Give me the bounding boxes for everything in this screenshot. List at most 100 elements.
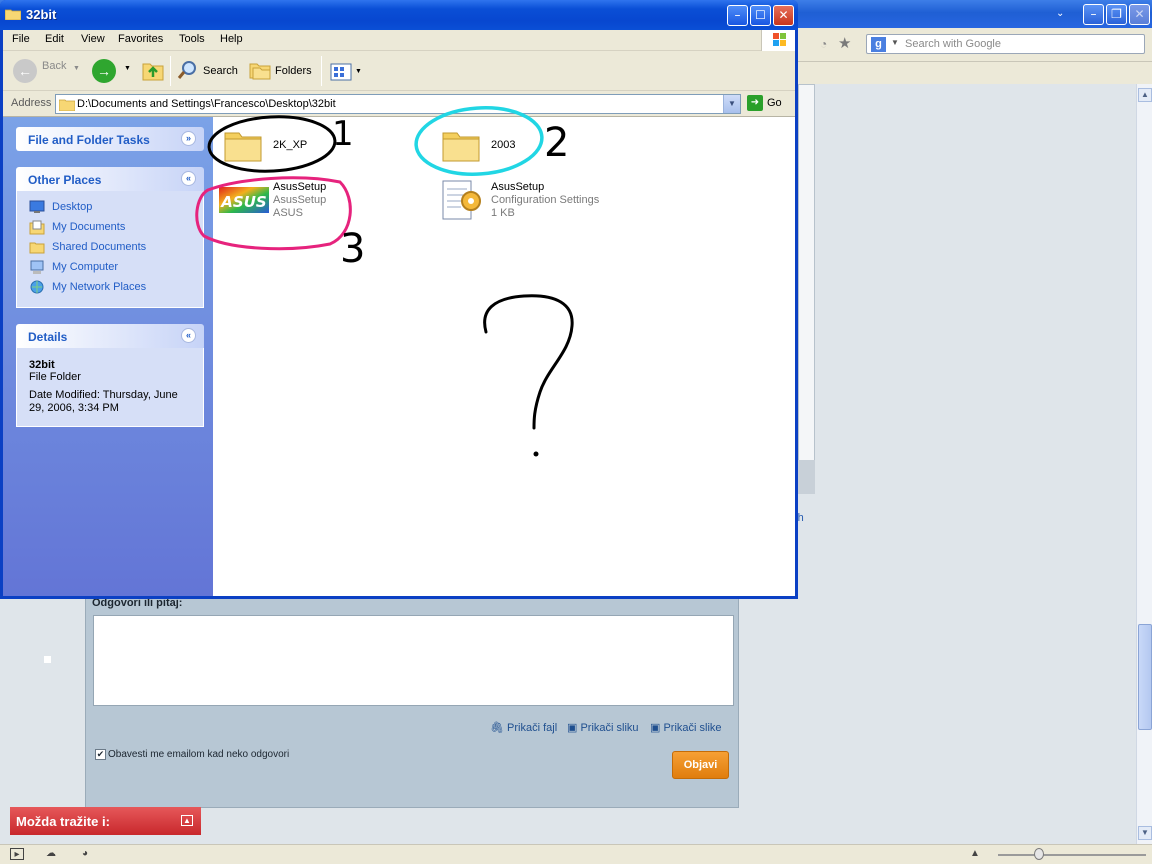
reply-form: Odgovori ili pitaj: 🖇 Prikači fajl ▣ Pri… — [85, 596, 739, 808]
folders-button[interactable]: Folders — [275, 65, 312, 77]
folder-icon — [59, 99, 75, 111]
attach-images-label: Prikači slike — [663, 722, 722, 734]
place-shared-documents[interactable]: Shared Documents — [29, 239, 193, 259]
menu-help[interactable]: Help — [220, 33, 243, 45]
place-my-computer[interactable]: My Computer — [29, 259, 193, 279]
attach-image-label: Prikači sliku — [580, 722, 639, 734]
attach-file-link[interactable]: 🖇 Prikači fajl — [490, 721, 557, 734]
place-my-documents[interactable]: My Documents — [29, 219, 193, 239]
page-scrollbar[interactable]: ▲ ▼ — [1136, 84, 1152, 844]
menu-tools[interactable]: Tools — [179, 33, 205, 45]
task-pane: File and Folder Tasks » Other Places « D… — [3, 117, 213, 596]
windows-logo-icon — [761, 30, 795, 51]
page-grey-block — [798, 460, 815, 494]
address-input[interactable]: D:\Documents and Settings\Francesco\Desk… — [55, 94, 741, 114]
email-notify-checkbox[interactable]: ✔ — [95, 749, 106, 760]
file-item-asussetup-exe[interactable]: ASUS AsusSetup AsusSetup ASUS — [219, 179, 379, 225]
scroll-thumb[interactable] — [1138, 624, 1152, 730]
address-path: D:\Documents and Settings\Francesco\Desk… — [77, 98, 336, 110]
my-documents-icon — [29, 220, 45, 235]
scroll-down-arrow-icon[interactable]: ▼ — [1138, 826, 1152, 840]
place-my-computer-label: My Computer — [52, 261, 119, 273]
status-cloud-icon[interactable]: ☁ — [44, 848, 58, 860]
browser-status-bar: ▸ ☁ ◕ ▲ — [0, 844, 1152, 864]
folder-icon — [224, 132, 262, 162]
status-play-icon[interactable]: ▸ — [10, 848, 24, 860]
views-dropdown-icon[interactable]: ▼ — [355, 68, 362, 75]
browser-tab-row — [798, 62, 1152, 84]
place-my-network-places-label: My Network Places — [52, 281, 147, 293]
standard-toolbar: ← Back ▼ → ▼ Search Folders ▼ — [3, 51, 795, 91]
menu-view[interactable]: View — [81, 33, 105, 45]
go-arrow-icon: ➜ — [747, 95, 763, 111]
my-computer-icon — [30, 260, 44, 274]
menu-file[interactable]: File — [12, 33, 30, 45]
file-name: AsusSetup — [491, 181, 545, 193]
file-type: Configuration Settings — [491, 194, 600, 206]
browser-restore-button[interactable]: ❐ — [1106, 4, 1127, 25]
suggestions-label: Možda tražite i: — [16, 814, 110, 829]
menu-favorites[interactable]: Favorites — [118, 33, 163, 45]
place-desktop-label: Desktop — [52, 201, 93, 213]
go-label: Go — [767, 96, 782, 109]
browser-close-button[interactable]: ✕ — [1129, 4, 1150, 25]
zoom-slider-track[interactable] — [998, 854, 1146, 856]
file-description: AsusSetup — [273, 194, 327, 206]
browser-tab-dropdown-icon[interactable]: ⌄ — [1056, 8, 1064, 19]
go-button[interactable]: ➜ Go — [747, 95, 782, 111]
collapse-chevron-icon[interactable]: « — [181, 328, 196, 343]
minimize-button[interactable]: – — [727, 5, 748, 26]
collapse-chevron-icon[interactable]: « — [181, 171, 196, 186]
file-size: 1 KB — [491, 207, 515, 219]
details-type: File Folder — [29, 371, 81, 383]
folders-icon — [249, 63, 271, 80]
search-provider-dropdown-icon[interactable]: ▼ — [891, 38, 899, 47]
attach-image-link[interactable]: ▣ Prikači sliku — [567, 721, 639, 734]
expand-chevron-icon[interactable]: » — [181, 131, 196, 146]
address-dropdown-icon[interactable]: ▼ — [723, 95, 740, 113]
menu-edit[interactable]: Edit — [45, 33, 64, 45]
config-settings-icon — [442, 180, 481, 220]
attach-file-label: Prikači fajl — [507, 722, 558, 734]
close-button[interactable]: ✕ — [773, 5, 794, 26]
folder-item-2003[interactable]: 2003 — [441, 125, 581, 167]
back-button[interactable]: Back — [42, 60, 66, 72]
suggestions-bar[interactable]: Možda tražite i: ▲ — [10, 807, 201, 835]
file-folder-tasks-header[interactable]: File and Folder Tasks » — [16, 127, 204, 151]
reply-textarea[interactable] — [93, 615, 734, 706]
rss-icon[interactable]: ◔ — [820, 37, 827, 51]
forward-dropdown-icon[interactable]: ▼ — [124, 65, 131, 72]
place-my-network-places[interactable]: My Network Places — [29, 279, 193, 299]
attach-images-link[interactable]: ▣ Prikači slike — [650, 721, 722, 734]
explorer-window: 32bit – ☐ ✕ File Edit View Favorites Too… — [0, 0, 798, 599]
place-desktop[interactable]: Desktop — [29, 199, 193, 219]
forward-arrow-icon[interactable]: → — [92, 59, 116, 83]
status-up-triangle-icon[interactable]: ▲ — [968, 848, 982, 860]
browser-minimize-button[interactable]: – — [1083, 4, 1104, 25]
place-shared-documents-label: Shared Documents — [52, 241, 147, 253]
folder-item-2k-xp[interactable]: 2K_XP — [223, 125, 363, 167]
views-icon[interactable] — [330, 63, 352, 81]
maximize-button[interactable]: ☐ — [750, 5, 771, 26]
email-notify-option: ✔ Obavesti me emailom kad neko odgovori — [95, 749, 289, 760]
status-gauge-icon[interactable]: ◕ — [78, 848, 92, 860]
favorite-star-icon[interactable]: ★ — [838, 34, 851, 52]
up-folder-icon[interactable] — [142, 59, 164, 81]
images-icon: ▣ — [650, 722, 664, 734]
scroll-up-arrow-icon[interactable]: ▲ — [1138, 88, 1152, 102]
explorer-title-bar[interactable]: 32bit – ☐ ✕ — [0, 0, 798, 30]
other-places-header[interactable]: Other Places « — [16, 167, 204, 191]
search-button[interactable]: Search — [203, 65, 238, 77]
file-item-asussetup-ini[interactable]: AsusSetup Configuration Settings 1 KB — [439, 179, 639, 225]
folder-icon — [5, 9, 21, 20]
back-dropdown-icon[interactable]: ▼ — [73, 65, 80, 72]
zoom-slider-knob[interactable] — [1034, 848, 1044, 860]
back-arrow-icon[interactable]: ← — [13, 59, 37, 83]
file-list-view: 2K_XP 2003 ASUS AsusSetup AsusSetup ASUS — [213, 117, 795, 596]
expand-up-icon[interactable]: ▲ — [181, 815, 193, 826]
google-search-box[interactable]: g ▼ Search with Google — [866, 34, 1145, 54]
details-header[interactable]: Details « — [16, 324, 204, 348]
file-folder-tasks-title: File and Folder Tasks — [28, 133, 150, 147]
submit-button[interactable]: Objavi — [672, 751, 729, 779]
toolbar-separator — [170, 56, 171, 86]
